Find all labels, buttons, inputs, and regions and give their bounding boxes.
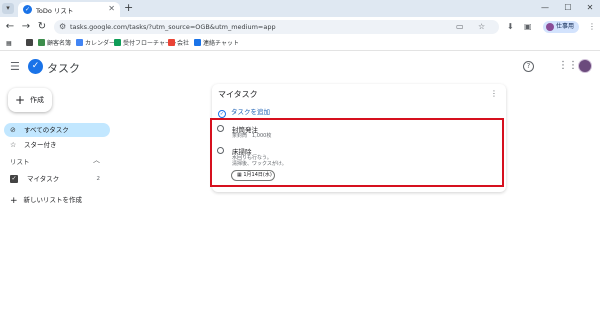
app-title: タスク	[47, 62, 80, 75]
url-text[interactable]: tasks.google.com/tasks/?utm_source=OGB&u…	[70, 23, 276, 31]
calendar-icon	[76, 39, 83, 46]
create-button[interactable]: + 作成	[8, 88, 52, 112]
app-header: ☰ ✓ タスク ? ⋮⋮	[0, 52, 600, 82]
plus-icon: +	[10, 196, 18, 206]
bookmark-item[interactable]: カレンダー	[76, 39, 115, 49]
new-list-button[interactable]: + 新しいリストを作成	[10, 194, 82, 207]
sidebar-item-starred[interactable]: ☆ スター付き	[4, 138, 110, 152]
mail-icon	[168, 39, 175, 46]
cast-icon[interactable]: ▭	[456, 22, 464, 32]
bookmarks-bar: ▦ 顧客名簿 カレンダー 受付フローチャート 会社 連絡チャット	[0, 37, 600, 51]
apps-grid-icon[interactable]: ▦	[6, 39, 12, 49]
bookmark-favicon-icon	[26, 39, 33, 46]
add-task-icon: ✓	[218, 110, 226, 118]
tab-title: ToDo リスト	[36, 7, 74, 15]
plus-icon: +	[15, 93, 26, 107]
tasks-favicon-icon: ✓	[23, 5, 32, 14]
task-note: 清掃後、ワックスがけ。	[232, 161, 287, 167]
bookmark-star-icon[interactable]: ☆	[478, 22, 485, 32]
add-task-label: タスクを追加	[231, 108, 270, 116]
task-note: 茶封筒 1,000枚	[232, 133, 272, 139]
checkbox-checked-icon[interactable]: ✓	[10, 175, 18, 183]
bookmark-item[interactable]	[26, 39, 35, 49]
sidebar-list-my-tasks[interactable]: ✓ マイタスク 2	[10, 173, 100, 185]
extension-icon[interactable]: ▣	[524, 21, 532, 33]
address-bar[interactable]: ⚙ tasks.google.com/tasks/?utm_source=OGB…	[54, 20, 499, 34]
tasks-logo-icon: ✓	[28, 59, 43, 74]
card-title: マイタスク	[218, 90, 258, 99]
help-icon[interactable]: ?	[523, 61, 534, 72]
list-count: 2	[96, 176, 101, 182]
tab-search-chevron-down-icon[interactable]: ▾	[2, 3, 14, 14]
new-list-label: 新しいリストを作成	[23, 196, 83, 204]
star-icon: ☆	[10, 141, 17, 149]
lists-heading: リスト	[10, 158, 30, 166]
check-circle-icon: ⊘	[10, 126, 16, 134]
google-apps-icon[interactable]: ⋮⋮	[558, 60, 578, 72]
chat-icon	[194, 39, 201, 46]
profile-avatar	[546, 23, 554, 31]
sidebar-item-all-tasks[interactable]: ⊘ すべてのタスク	[4, 123, 110, 137]
flowchart-icon	[114, 39, 121, 46]
bookmark-item[interactable]: 会社	[168, 39, 189, 49]
forward-arrow-icon[interactable]: →	[20, 21, 32, 33]
bookmark-item[interactable]: 顧客名簿	[38, 39, 71, 49]
maximize-icon[interactable]: ☐	[558, 2, 578, 14]
due-date-label: 1月14日(水)	[243, 172, 272, 178]
profile-button[interactable]: 仕事用	[543, 21, 579, 33]
profile-label: 仕事用	[556, 23, 575, 30]
back-arrow-icon[interactable]: ←	[4, 21, 16, 33]
bookmark-item[interactable]: 連絡チャット	[194, 39, 239, 49]
browser-toolbar: ← → ↻ ⚙ tasks.google.com/tasks/?utm_sour…	[0, 17, 600, 37]
window-close-icon[interactable]: ✕	[580, 2, 600, 14]
main-menu-icon[interactable]: ☰	[10, 61, 20, 73]
minimize-icon[interactable]: —	[535, 2, 555, 14]
spreadsheet-icon	[38, 39, 45, 46]
site-info-icon[interactable]: ⚙	[59, 22, 66, 32]
close-icon[interactable]: ✕	[108, 4, 115, 14]
due-date-chip[interactable]: ▦ 1月14日(水)	[231, 170, 275, 181]
task-complete-circle-icon[interactable]	[217, 125, 224, 132]
browser-tab-strip: ▾ ✓ ToDo リスト ✕ + — ☐ ✕	[0, 0, 600, 17]
account-avatar[interactable]	[578, 59, 592, 73]
reload-icon[interactable]: ↻	[36, 21, 48, 33]
more-vert-icon[interactable]: ⋮	[588, 21, 596, 33]
more-vert-icon[interactable]: ⋮	[490, 89, 498, 99]
new-tab-plus-icon[interactable]: +	[124, 2, 133, 14]
create-label: 作成	[30, 96, 44, 104]
task-complete-circle-icon[interactable]	[217, 147, 224, 154]
sidebar-item-label: スター付き	[24, 141, 57, 149]
calendar-icon: ▦	[237, 172, 242, 178]
browser-tab-todo[interactable]: ✓ ToDo リスト ✕	[18, 2, 120, 17]
sidebar-item-label: すべてのタスク	[24, 126, 69, 134]
download-icon[interactable]: ⬇	[507, 21, 514, 33]
add-task-button[interactable]: ✓ タスクを追加	[218, 107, 270, 118]
chevron-up-icon[interactable]: ︿	[93, 155, 100, 165]
list-label: マイタスク	[27, 175, 60, 183]
